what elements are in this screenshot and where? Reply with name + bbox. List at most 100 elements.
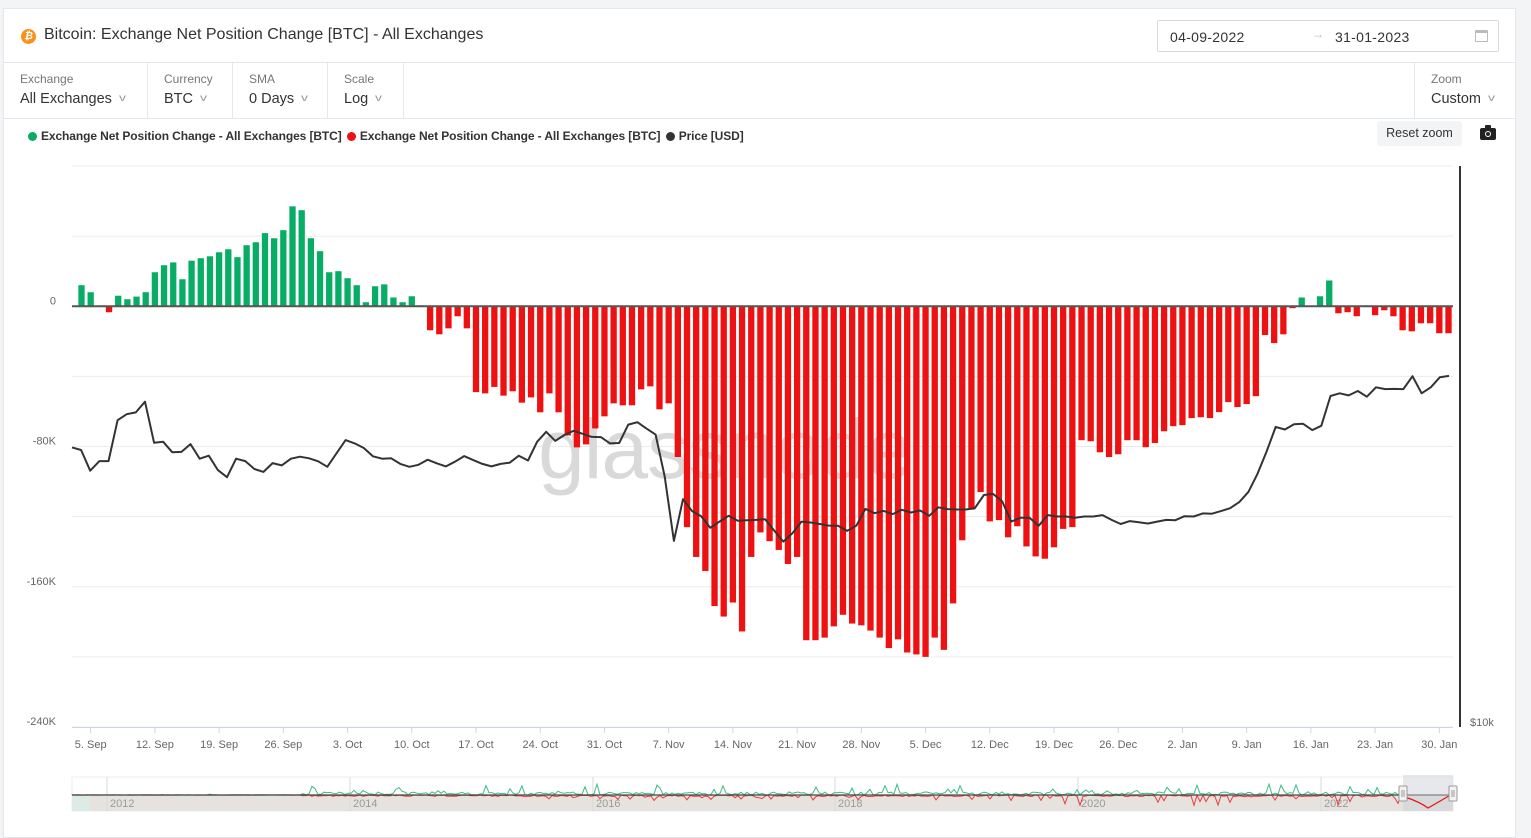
bar-positive[interactable]	[78, 285, 85, 307]
bar-positive[interactable]	[390, 297, 397, 307]
bar-positive[interactable]	[124, 299, 131, 307]
bar-positive[interactable]	[142, 292, 149, 307]
bar-negative[interactable]	[1197, 306, 1204, 418]
bar-negative[interactable]	[1225, 306, 1232, 403]
bar-negative[interactable]	[1032, 306, 1039, 557]
bar-negative[interactable]	[1234, 306, 1241, 408]
bar-negative[interactable]	[1124, 306, 1131, 441]
bar-negative[interactable]	[894, 306, 902, 640]
bar-negative[interactable]	[1151, 306, 1159, 443]
bar-negative[interactable]	[1215, 306, 1223, 413]
bar-negative[interactable]	[995, 306, 1003, 521]
bar-negative[interactable]	[1170, 306, 1177, 427]
bar-positive[interactable]	[197, 258, 204, 307]
bar-positive[interactable]	[1316, 296, 1324, 307]
bar-negative[interactable]	[803, 306, 810, 641]
bar-negative[interactable]	[573, 306, 581, 448]
bar-negative[interactable]	[656, 306, 663, 410]
bar-negative[interactable]	[913, 306, 920, 655]
bar-negative[interactable]	[1417, 306, 1425, 324]
navigator[interactable]: 2012 2014 2016 2018 2020 2022	[71, 775, 1458, 812]
bar-positive[interactable]	[289, 206, 296, 307]
bar-negative[interactable]	[1133, 306, 1140, 441]
navigator-right-handle[interactable]	[1448, 785, 1458, 802]
bar-negative[interactable]	[693, 306, 700, 557]
bar-negative[interactable]	[738, 306, 746, 632]
bar-negative[interactable]	[885, 306, 893, 649]
bar-negative[interactable]	[1160, 306, 1168, 432]
bar-negative[interactable]	[766, 306, 773, 542]
navigator-left-handle[interactable]	[1398, 785, 1408, 802]
bar-negative[interactable]	[1060, 306, 1067, 529]
bar-negative[interactable]	[1261, 306, 1269, 336]
bar-positive[interactable]	[179, 279, 186, 307]
bar-negative[interactable]	[454, 306, 461, 317]
bar-negative[interactable]	[968, 306, 975, 510]
bar-negative[interactable]	[683, 306, 691, 528]
bar-positive[interactable]	[234, 257, 241, 307]
bar-negative[interactable]	[1371, 306, 1379, 316]
bar-negative[interactable]	[1252, 306, 1259, 397]
bar-negative[interactable]	[1004, 306, 1012, 538]
bar-positive[interactable]	[215, 252, 223, 307]
bar-negative[interactable]	[1115, 306, 1122, 455]
bar-negative[interactable]	[472, 306, 480, 393]
bar-positive[interactable]	[298, 210, 305, 307]
bar-negative[interactable]	[876, 306, 883, 638]
bar-positive[interactable]	[206, 256, 214, 307]
bar-positive[interactable]	[261, 233, 269, 307]
bar-negative[interactable]	[1280, 306, 1287, 335]
bar-negative[interactable]	[977, 306, 984, 493]
bar-negative[interactable]	[702, 306, 709, 571]
bar-negative[interactable]	[1078, 306, 1085, 441]
bar-negative[interactable]	[546, 306, 553, 394]
bar-negative[interactable]	[537, 306, 544, 413]
bar-negative[interactable]	[849, 306, 856, 624]
bar-negative[interactable]	[665, 306, 672, 404]
bar-negative[interactable]	[527, 306, 535, 398]
bar-negative[interactable]	[922, 306, 929, 657]
bar-negative[interactable]	[1390, 306, 1397, 317]
bar-negative[interactable]	[711, 306, 718, 607]
bar-negative[interactable]	[500, 306, 507, 396]
bar-positive[interactable]	[151, 272, 159, 307]
bar-negative[interactable]	[1023, 306, 1030, 547]
bar-negative[interactable]	[821, 306, 828, 638]
bar-negative[interactable]	[757, 306, 764, 533]
bar-positive[interactable]	[133, 296, 140, 307]
bar-negative[interactable]	[812, 306, 819, 641]
bar-negative[interactable]	[931, 306, 938, 638]
bar-negative[interactable]	[555, 306, 562, 413]
bar-negative[interactable]	[436, 306, 443, 335]
bar-negative[interactable]	[1179, 306, 1186, 426]
bar-negative[interactable]	[1087, 306, 1094, 442]
bar-negative[interactable]	[463, 306, 470, 329]
bar-positive[interactable]	[252, 242, 259, 307]
bar-negative[interactable]	[1069, 306, 1076, 528]
bar-negative[interactable]	[1436, 306, 1443, 334]
bar-negative[interactable]	[619, 306, 626, 406]
bar-positive[interactable]	[160, 265, 168, 307]
bar-negative[interactable]	[729, 306, 737, 603]
bar-negative[interactable]	[1353, 306, 1360, 317]
bar-negative[interactable]	[1335, 306, 1342, 314]
bar-positive[interactable]	[316, 251, 324, 307]
bar-positive[interactable]	[115, 295, 122, 307]
bar-positive[interactable]	[371, 286, 379, 307]
bar-positive[interactable]	[1298, 297, 1305, 307]
bar-negative[interactable]	[784, 306, 792, 564]
bar-negative[interactable]	[445, 306, 452, 329]
bar-positive[interactable]	[353, 285, 360, 307]
bar-positive[interactable]	[243, 245, 250, 307]
bar-negative[interactable]	[491, 306, 498, 387]
bar-negative[interactable]	[637, 306, 645, 390]
bar-negative[interactable]	[674, 306, 681, 458]
bar-negative[interactable]	[830, 306, 837, 627]
bar-positive[interactable]	[225, 249, 232, 307]
bar-negative[interactable]	[1050, 306, 1058, 548]
bar-negative[interactable]	[1014, 306, 1021, 527]
bar-negative[interactable]	[839, 306, 847, 615]
bar-positive[interactable]	[307, 238, 315, 307]
bar-negative[interactable]	[1206, 306, 1214, 419]
bar-negative[interactable]	[1096, 306, 1104, 453]
